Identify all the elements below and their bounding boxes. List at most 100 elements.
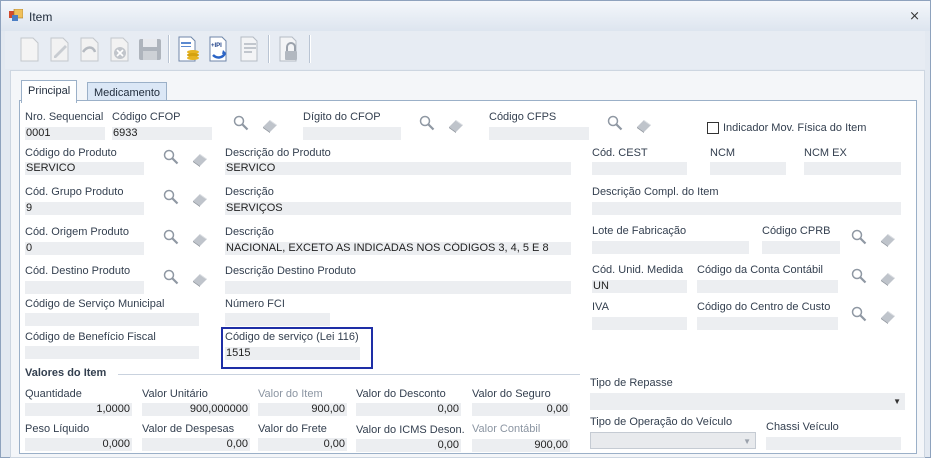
coins-report-icon[interactable] (174, 34, 202, 64)
iva-label: IVA (592, 301, 609, 313)
search-icon[interactable] (607, 115, 623, 131)
codigo-cfps-field[interactable] (489, 127, 589, 140)
close-icon[interactable]: ⨯ (909, 8, 920, 24)
principal-content: Nro. Sequencial 0001 Código CFOP 6933 Dí… (19, 100, 917, 454)
cod-cest-label: Cód. CEST (592, 147, 648, 159)
save-icon[interactable] (135, 34, 163, 64)
search-icon[interactable] (851, 229, 867, 245)
ipi-icon[interactable]: +IPI (205, 34, 233, 64)
undo-icon[interactable] (75, 34, 103, 64)
eraser-icon[interactable] (189, 230, 211, 248)
search-icon[interactable] (233, 115, 249, 131)
valor-frete-field[interactable]: 0,00 (258, 438, 347, 451)
codigo-servico-lei-field[interactable]: 1515 (225, 347, 360, 360)
toolbar: +IPI (5, 31, 925, 69)
tab-panel: Principal Medicamento Nro. Sequencial 00… (10, 70, 925, 458)
lock-icon[interactable] (275, 34, 303, 64)
descricao-origem-label: Descrição (225, 226, 274, 238)
tipo-operacao-veiculo-dropdown[interactable]: ▼ (590, 432, 756, 449)
eraser-icon[interactable] (877, 230, 899, 248)
codigo-cfps-label: Código CFPS (489, 111, 557, 123)
valor-contabil-label: Valor Contábil (472, 423, 541, 435)
valor-frete-label: Valor do Frete (258, 423, 327, 435)
descricao-destino-field[interactable] (225, 281, 571, 294)
cod-grupo-label: Cód. Grupo Produto (25, 186, 124, 198)
tipo-repasse-dropdown[interactable]: ▼ (590, 393, 905, 410)
conta-contabil-field[interactable] (697, 280, 838, 293)
eraser-icon[interactable] (189, 270, 211, 288)
descricao-grupo-label: Descrição (225, 186, 274, 198)
edit-icon[interactable] (45, 34, 73, 64)
print-preview-icon[interactable] (236, 34, 264, 64)
cod-cest-field[interactable] (592, 162, 687, 175)
indicador-mov-checkbox[interactable] (707, 122, 719, 134)
cod-unid-field[interactable]: UN (592, 280, 687, 293)
valor-unitario-field[interactable]: 900,000000 (142, 403, 250, 416)
svg-text:+IPI: +IPI (211, 43, 222, 49)
ncm-ex-label: NCM EX (804, 147, 847, 159)
tipo-operacao-veiculo-label: Tipo de Operação do Veículo (590, 416, 733, 428)
ncm-field[interactable] (710, 162, 786, 175)
descricao-compl-field[interactable] (592, 202, 901, 215)
descricao-origem-field[interactable]: NACIONAL, EXCETO AS INDICADAS NOS CÓDIGO… (225, 242, 571, 255)
window-title: Item (29, 10, 53, 24)
delete-icon[interactable] (105, 34, 133, 64)
eraser-icon[interactable] (877, 307, 899, 325)
servico-municipal-field[interactable] (25, 313, 199, 326)
eraser-icon[interactable] (445, 116, 467, 134)
search-icon[interactable] (419, 115, 435, 131)
chassi-veiculo-field[interactable] (766, 437, 901, 450)
codigo-produto-label: Código do Produto (25, 147, 117, 159)
eraser-icon[interactable] (189, 150, 211, 168)
tipo-repasse-label: Tipo de Repasse (590, 377, 673, 389)
valor-unitario-label: Valor Unitário (142, 388, 208, 400)
item-window: Item ⨯ +IPI Principal Medicamento Nro. S… (0, 0, 931, 458)
peso-liquido-field[interactable]: 0,000 (25, 438, 132, 451)
search-icon[interactable] (163, 269, 179, 285)
eraser-icon[interactable] (189, 190, 211, 208)
app-icon (9, 9, 23, 21)
cod-unid-label: Cód. Unid. Medida (592, 264, 684, 276)
codigo-cfop-field[interactable]: 6933 (112, 127, 212, 140)
tab-principal[interactable]: Principal (21, 80, 78, 103)
descricao-grupo-field[interactable]: SERVIÇOS (225, 202, 571, 215)
cod-origem-field[interactable]: 0 (25, 242, 144, 255)
search-icon[interactable] (851, 268, 867, 284)
digito-cfop-field[interactable] (303, 127, 401, 140)
search-icon[interactable] (163, 149, 179, 165)
servico-municipal-label: Código de Serviço Municipal (25, 298, 165, 310)
nro-sequencial-field[interactable]: 0001 (25, 127, 105, 140)
valor-despesas-field[interactable]: 0,00 (142, 438, 250, 451)
valores-section-title: Valores do Item (25, 367, 107, 379)
descricao-produto-field[interactable]: SERVICO (225, 162, 571, 175)
quantidade-field[interactable]: 1,0000 (25, 403, 132, 416)
search-icon[interactable] (163, 189, 179, 205)
valor-seguro-field[interactable]: 0,00 (472, 403, 570, 416)
cod-destino-field[interactable] (25, 281, 144, 294)
centro-custo-field[interactable] (697, 317, 838, 330)
eraser-icon[interactable] (633, 116, 655, 134)
lote-field[interactable] (592, 241, 749, 254)
cod-destino-label: Cód. Destino Produto (25, 265, 131, 277)
valor-desconto-field[interactable]: 0,00 (356, 403, 461, 416)
ncm-label: NCM (710, 147, 736, 159)
descricao-produto-label: Descrição do Produto (225, 147, 331, 159)
codigo-cprb-field[interactable] (762, 241, 840, 254)
cod-grupo-field[interactable]: 9 (25, 202, 144, 215)
codigo-produto-field[interactable]: SERVICO (25, 162, 144, 175)
nro-sequencial-label: Nro. Sequencial (25, 111, 104, 123)
search-icon[interactable] (851, 306, 867, 322)
new-icon[interactable] (15, 34, 43, 64)
search-icon[interactable] (163, 229, 179, 245)
eraser-icon[interactable] (259, 116, 281, 134)
indicador-mov-label: Indicador Mov. Física do Item (723, 122, 867, 134)
centro-custo-label: Código do Centro de Custo (697, 301, 831, 313)
cod-origem-label: Cód. Origem Produto (25, 226, 129, 238)
chassi-veiculo-label: Chassi Veículo (766, 421, 839, 433)
valor-icms-field[interactable]: 0,00 (356, 439, 461, 452)
eraser-icon[interactable] (877, 269, 899, 287)
numero-fci-field[interactable] (225, 313, 330, 326)
ncm-ex-field[interactable] (804, 162, 901, 175)
beneficio-fiscal-field[interactable] (25, 346, 199, 359)
iva-field[interactable] (592, 317, 687, 330)
